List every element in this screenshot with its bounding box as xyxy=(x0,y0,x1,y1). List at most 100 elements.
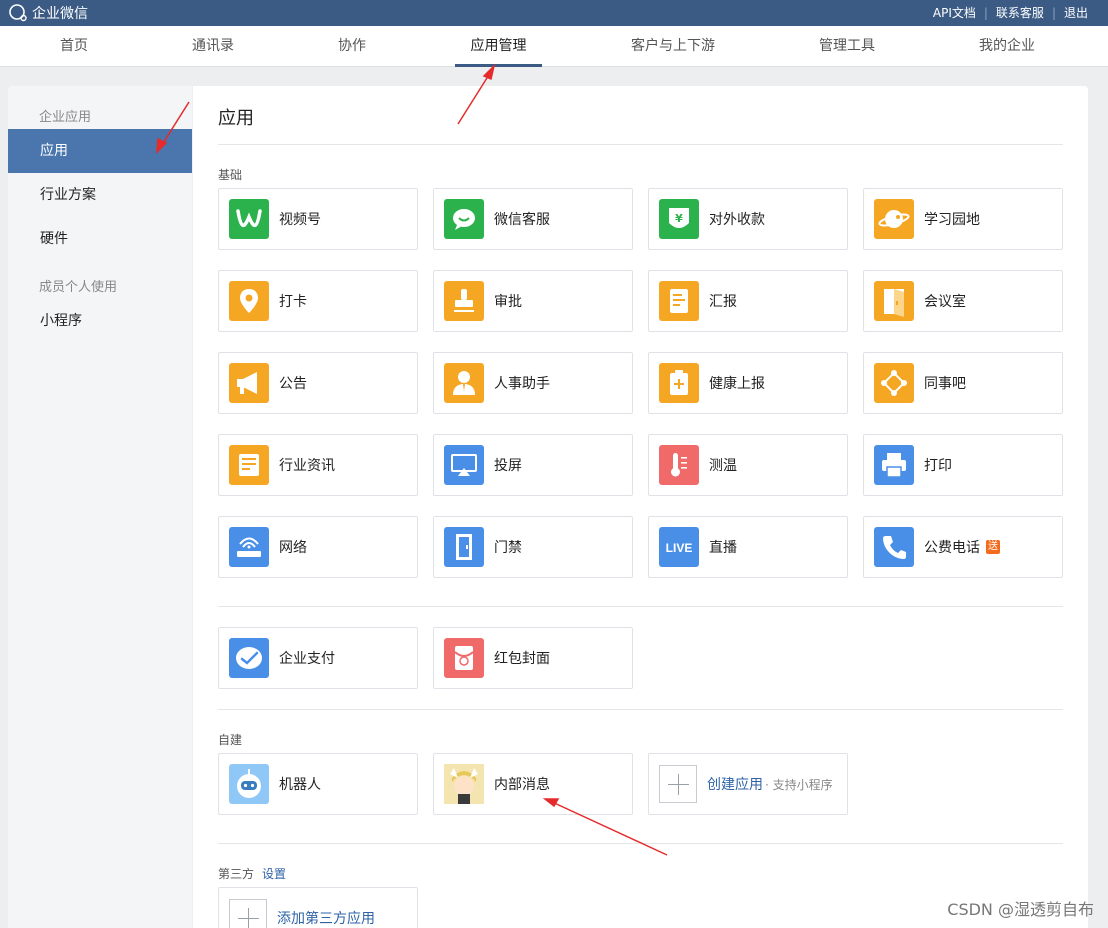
app-card[interactable]: 会议室 xyxy=(863,270,1063,332)
app-card-label: 微信客服 xyxy=(494,212,550,228)
report-icon xyxy=(659,281,699,321)
app-card[interactable]: 健康上报 xyxy=(648,352,848,414)
stamp-icon xyxy=(444,281,484,321)
thermometer-icon xyxy=(659,445,699,485)
clipboard-plus-icon xyxy=(659,363,699,403)
app-card[interactable]: 机器人 xyxy=(218,753,418,815)
app-card-label: 直播 xyxy=(709,540,737,556)
tab-home[interactable]: 首页 xyxy=(30,26,118,67)
wechat-service-icon xyxy=(444,199,484,239)
plus-icon xyxy=(659,765,697,803)
app-card[interactable]: 打印 xyxy=(863,434,1063,496)
app-card[interactable]: ¥ 对外收款 xyxy=(648,188,848,250)
app-card[interactable]: 微信客服 xyxy=(433,188,633,250)
divider xyxy=(218,843,1063,844)
divider xyxy=(218,709,1063,710)
app-card[interactable]: 内部消息 xyxy=(433,753,633,815)
wecom-logo-icon xyxy=(9,4,27,22)
create-app-link[interactable]: 创建应用 xyxy=(707,774,763,794)
app-card[interactable]: 公告 xyxy=(218,352,418,414)
watermark: CSDN @湿透剪自布 xyxy=(947,900,1094,919)
app-card-label: 视频号 xyxy=(279,212,321,228)
app-card-label: 企业支付 xyxy=(279,651,335,667)
app-card-label: 打卡 xyxy=(279,294,307,310)
app-card-label: 汇报 xyxy=(709,294,737,310)
robot-avatar-icon xyxy=(229,764,269,804)
app-card[interactable]: 公费电话送 xyxy=(863,516,1063,578)
page-title: 应用 xyxy=(218,108,254,129)
main-panel: 应用 基础 视频号 微信客服 ¥ 对外收款 学习园地打卡 审批 汇报 会议室公告 人事助手 健康上… xyxy=(193,86,1088,928)
anime-avatar-icon xyxy=(444,764,484,804)
app-card[interactable]: 学习园地 xyxy=(863,188,1063,250)
sidebar-group-personal: 成员个人使用 xyxy=(39,280,118,295)
tab-customers[interactable]: 客户与上下游 xyxy=(613,26,733,67)
logo[interactable]: 企业微信 xyxy=(8,3,88,23)
add-third-party-link[interactable]: 添加第三方应用 xyxy=(277,908,375,928)
app-card[interactable]: LIVE 直播 xyxy=(648,516,848,578)
news-icon xyxy=(229,445,269,485)
divider: | xyxy=(983,5,988,20)
svg-text:¥: ¥ xyxy=(675,212,683,225)
app-card[interactable]: 同事吧 xyxy=(863,352,1063,414)
sidebar-item-industry[interactable]: 行业方案 xyxy=(8,173,192,217)
app-card-label: 网络 xyxy=(279,540,307,556)
section-third-text: 第三方 xyxy=(218,867,255,881)
app-card-label: 红包封面 xyxy=(494,651,550,667)
location-icon xyxy=(229,281,269,321)
gift-badge: 送 xyxy=(986,540,1000,554)
app-card[interactable]: 红包封面 xyxy=(433,627,633,689)
network-icon xyxy=(874,363,914,403)
section-custom-label: 自建 xyxy=(218,733,243,747)
pay-icon xyxy=(229,638,269,678)
app-card-label: 会议室 xyxy=(924,294,966,310)
sidebar-item-hardware[interactable]: 硬件 xyxy=(8,217,192,261)
app-card-label: 打印 xyxy=(924,458,952,474)
divider xyxy=(218,144,1063,145)
app-card[interactable]: 人事助手 xyxy=(433,352,633,414)
sidebar-item-miniprogram[interactable]: 小程序 xyxy=(8,299,192,343)
sidebar-item-apps[interactable]: 应用 xyxy=(8,129,192,173)
app-card-label: 门禁 xyxy=(494,540,522,556)
payment-icon: ¥ xyxy=(659,199,699,239)
section-basic-label: 基础 xyxy=(218,168,243,182)
app-card[interactable]: 行业资讯 xyxy=(218,434,418,496)
app-card[interactable]: 门禁 xyxy=(433,516,633,578)
app-card[interactable]: 投屏 xyxy=(433,434,633,496)
app-card-label: 行业资讯 xyxy=(279,458,335,474)
tab-my-enterprise[interactable]: 我的企业 xyxy=(957,26,1057,67)
app-card-label: 人事助手 xyxy=(494,376,550,392)
app-card[interactable]: 视频号 xyxy=(218,188,418,250)
logout-link[interactable]: 退出 xyxy=(1064,4,1088,21)
sidebar: 企业应用 应用 行业方案 硬件 成员个人使用 小程序 xyxy=(8,86,192,928)
tab-management-tools[interactable]: 管理工具 xyxy=(792,26,902,67)
add-third-party-card[interactable]: 添加第三方应用 xyxy=(218,887,418,928)
app-card[interactable]: 汇报 xyxy=(648,270,848,332)
main-nav: 首页 通讯录 协作 应用管理 客户与上下游 管理工具 我的企业 xyxy=(0,26,1108,67)
logo-text: 企业微信 xyxy=(32,6,88,22)
app-card-label: 审批 xyxy=(494,294,522,310)
phone-icon xyxy=(874,527,914,567)
tab-collaboration[interactable]: 协作 xyxy=(308,26,396,67)
app-card[interactable]: 审批 xyxy=(433,270,633,332)
app-card-label: 公告 xyxy=(279,376,307,392)
door-access-icon xyxy=(444,527,484,567)
create-app-card[interactable]: 创建应用 · 支持小程序 xyxy=(648,753,848,815)
api-docs-link[interactable]: API文档 xyxy=(933,4,976,21)
third-settings-link[interactable]: 设置 xyxy=(262,867,286,881)
app-card-label: 内部消息 xyxy=(494,777,550,793)
app-card[interactable]: 网络 xyxy=(218,516,418,578)
tab-contacts[interactable]: 通讯录 xyxy=(169,26,257,67)
app-card-label: 对外收款 xyxy=(709,212,765,228)
megaphone-icon xyxy=(229,363,269,403)
app-card[interactable]: 测温 xyxy=(648,434,848,496)
app-card[interactable]: 企业支付 xyxy=(218,627,418,689)
screencast-icon xyxy=(444,445,484,485)
app-card-label: 公费电话 xyxy=(924,540,980,556)
sidebar-group-enterprise-apps: 企业应用 xyxy=(39,110,92,125)
contact-service-link[interactable]: 联系客服 xyxy=(996,4,1044,21)
app-card[interactable]: 打卡 xyxy=(218,270,418,332)
svg-text:LIVE: LIVE xyxy=(666,541,693,555)
app-card-label: 健康上报 xyxy=(709,376,765,392)
tab-app-management[interactable]: 应用管理 xyxy=(455,26,542,67)
divider xyxy=(218,606,1063,607)
